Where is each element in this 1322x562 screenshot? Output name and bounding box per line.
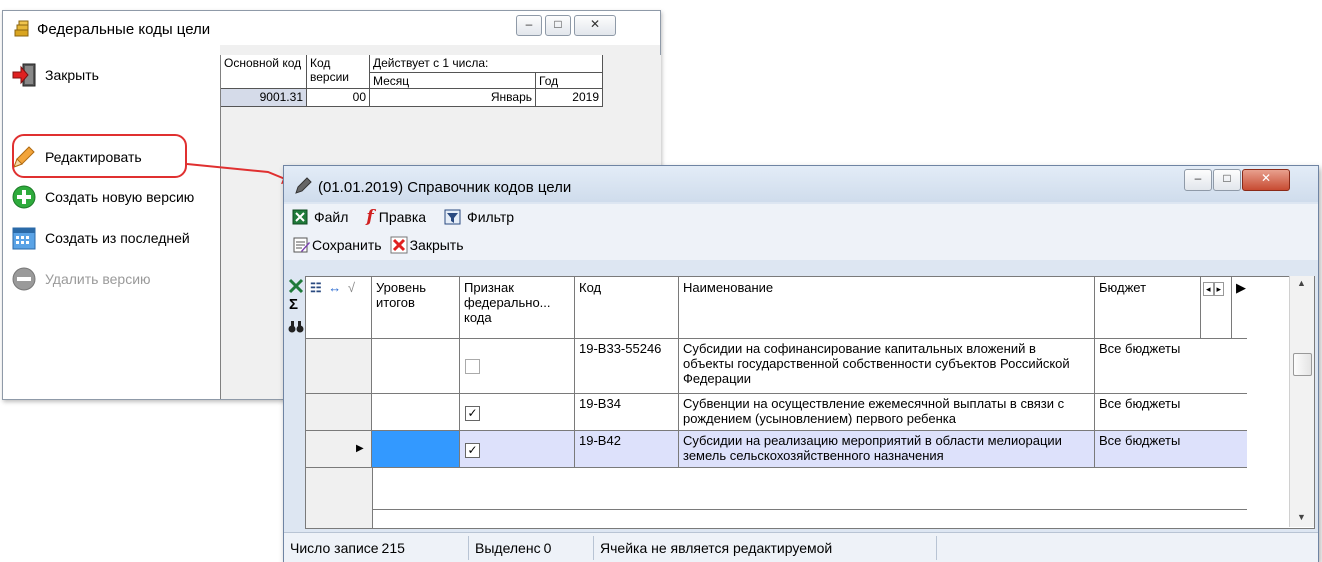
save-button[interactable]: Сохранить bbox=[292, 236, 382, 254]
status-records-value: 215 bbox=[381, 539, 405, 556]
cell-budget[interactable]: Все бюджеты bbox=[1095, 431, 1247, 468]
status-selected: Выделенс 0 bbox=[469, 535, 594, 560]
vertical-scrollbar[interactable]: ▲ ▼ bbox=[1289, 276, 1314, 527]
sum-icon[interactable]: Σ bbox=[289, 296, 298, 313]
window2-toolbar: Сохранить Закрыть bbox=[284, 230, 1318, 260]
cell-budget[interactable]: Все бюджеты bbox=[1095, 339, 1247, 394]
status-message: Ячейка не является редактируемой bbox=[594, 535, 937, 560]
cell-budget[interactable]: Все бюджеты bbox=[1095, 394, 1247, 431]
purpose-codes-reference-window: (01.01.2019) Справочник кодов цели – □ ✕… bbox=[283, 165, 1319, 562]
codes-grid: ☷ ↔ √ Уровень итогов Признак федерально.… bbox=[305, 276, 1315, 529]
window2-titlebar[interactable]: (01.01.2019) Справочник кодов цели – □ ✕ bbox=[284, 166, 1318, 202]
cell-federal[interactable]: ✓ bbox=[460, 431, 575, 468]
window2-close-button[interactable]: ✕ bbox=[1242, 169, 1290, 191]
excel-icon bbox=[292, 209, 308, 225]
scroll-down-icon[interactable]: ▼ bbox=[1297, 512, 1306, 522]
status-records: Число записе 215 bbox=[284, 535, 469, 560]
status-selected-label: Выделенс bbox=[475, 539, 541, 556]
header-level[interactable]: Уровень итогов bbox=[372, 277, 460, 339]
header-row-tools: ☷ ↔ √ bbox=[306, 277, 372, 339]
scrollbar-thumb[interactable] bbox=[1293, 353, 1312, 376]
save-icon bbox=[293, 237, 310, 253]
cell-level-active[interactable] bbox=[372, 431, 460, 468]
status-selected-value: 0 bbox=[543, 539, 552, 556]
close-toolbar-button[interactable]: Закрыть bbox=[390, 236, 464, 254]
scroll-up-icon[interactable]: ▲ bbox=[1297, 278, 1306, 288]
scroll-left-icon[interactable]: ◂ bbox=[1203, 282, 1214, 296]
cell-code[interactable]: 19-В34 bbox=[575, 394, 679, 431]
check-icon[interactable]: √ bbox=[348, 280, 355, 295]
header-more-columns[interactable]: ▶ bbox=[1232, 277, 1247, 339]
window2-title: (01.01.2019) Справочник кодов цели bbox=[318, 179, 572, 196]
cell-federal[interactable]: ✓ bbox=[460, 394, 575, 431]
federal-checkbox[interactable] bbox=[465, 359, 480, 374]
column-resize-icon[interactable]: ↔ bbox=[328, 280, 341, 295]
menu-edit-label: Правка bbox=[378, 209, 427, 225]
status-bar: Число записе 215 Выделенс 0 Ячейка не яв… bbox=[284, 532, 1318, 562]
column-chooser-icon[interactable]: ☷ bbox=[310, 280, 322, 295]
cell-name[interactable]: Субсидии на софинансирование капитальных… bbox=[679, 339, 1095, 394]
header-budget[interactable]: Бюджет bbox=[1095, 277, 1201, 339]
cell-federal[interactable] bbox=[460, 339, 575, 394]
cell-name[interactable]: Субвенции на осуществление ежемесячной в… bbox=[679, 394, 1095, 431]
binoculars-icon[interactable] bbox=[288, 318, 304, 334]
federal-checkbox[interactable]: ✓ bbox=[465, 406, 480, 421]
status-message-text: Ячейка не является редактируемой bbox=[600, 539, 833, 556]
more-columns-arrow-icon[interactable]: ▶ bbox=[1236, 280, 1246, 295]
menu-filter-label: Фильтр bbox=[467, 209, 515, 225]
menu-filter[interactable]: Фильтр bbox=[444, 209, 514, 225]
header-code[interactable]: Код bbox=[575, 277, 679, 339]
cell-code[interactable]: 19-В33-55246 bbox=[575, 339, 679, 394]
cell-code[interactable]: 19-В42 bbox=[575, 431, 679, 468]
menu-file-label: Файл bbox=[314, 209, 349, 225]
cell-level[interactable] bbox=[372, 394, 460, 431]
header-name[interactable]: Наименование bbox=[679, 277, 1095, 339]
formula-icon: f bbox=[366, 207, 374, 227]
window2-minimize-button[interactable]: – bbox=[1184, 169, 1212, 191]
row-indicator-current[interactable]: ▶ bbox=[306, 431, 372, 468]
row-indicator-empty bbox=[306, 468, 373, 528]
close-red-icon bbox=[390, 236, 408, 254]
close-toolbar-label: Закрыть bbox=[409, 237, 464, 253]
status-records-label: Число записе bbox=[290, 539, 379, 556]
footer-divider bbox=[372, 509, 1247, 510]
scroll-right-icon[interactable]: ▸ bbox=[1213, 282, 1225, 296]
menu-file[interactable]: Файл bbox=[292, 209, 348, 225]
header-col-scroll[interactable]: ◂ ▸ bbox=[1201, 277, 1232, 339]
excel-export-icon[interactable] bbox=[288, 278, 304, 294]
filter-icon bbox=[444, 209, 461, 225]
cell-level[interactable] bbox=[372, 339, 460, 394]
current-row-arrow-icon: ▶ bbox=[356, 443, 364, 454]
edit-pencil-icon bbox=[295, 177, 312, 194]
row-indicator[interactable] bbox=[306, 394, 372, 431]
row-indicator[interactable] bbox=[306, 339, 372, 394]
header-federal[interactable]: Признак федерально... кода bbox=[460, 277, 575, 339]
window2-menubar: Файл f Правка Фильтр bbox=[284, 204, 1318, 230]
federal-checkbox[interactable]: ✓ bbox=[465, 443, 480, 458]
cell-name[interactable]: Субсидии на реализацию мероприятий в обл… bbox=[679, 431, 1095, 468]
window2-maximize-button[interactable]: □ bbox=[1213, 169, 1241, 191]
menu-edit[interactable]: f Правка bbox=[366, 207, 426, 227]
save-label: Сохранить bbox=[312, 237, 382, 253]
grid-side-toolbar: Σ bbox=[286, 276, 306, 366]
